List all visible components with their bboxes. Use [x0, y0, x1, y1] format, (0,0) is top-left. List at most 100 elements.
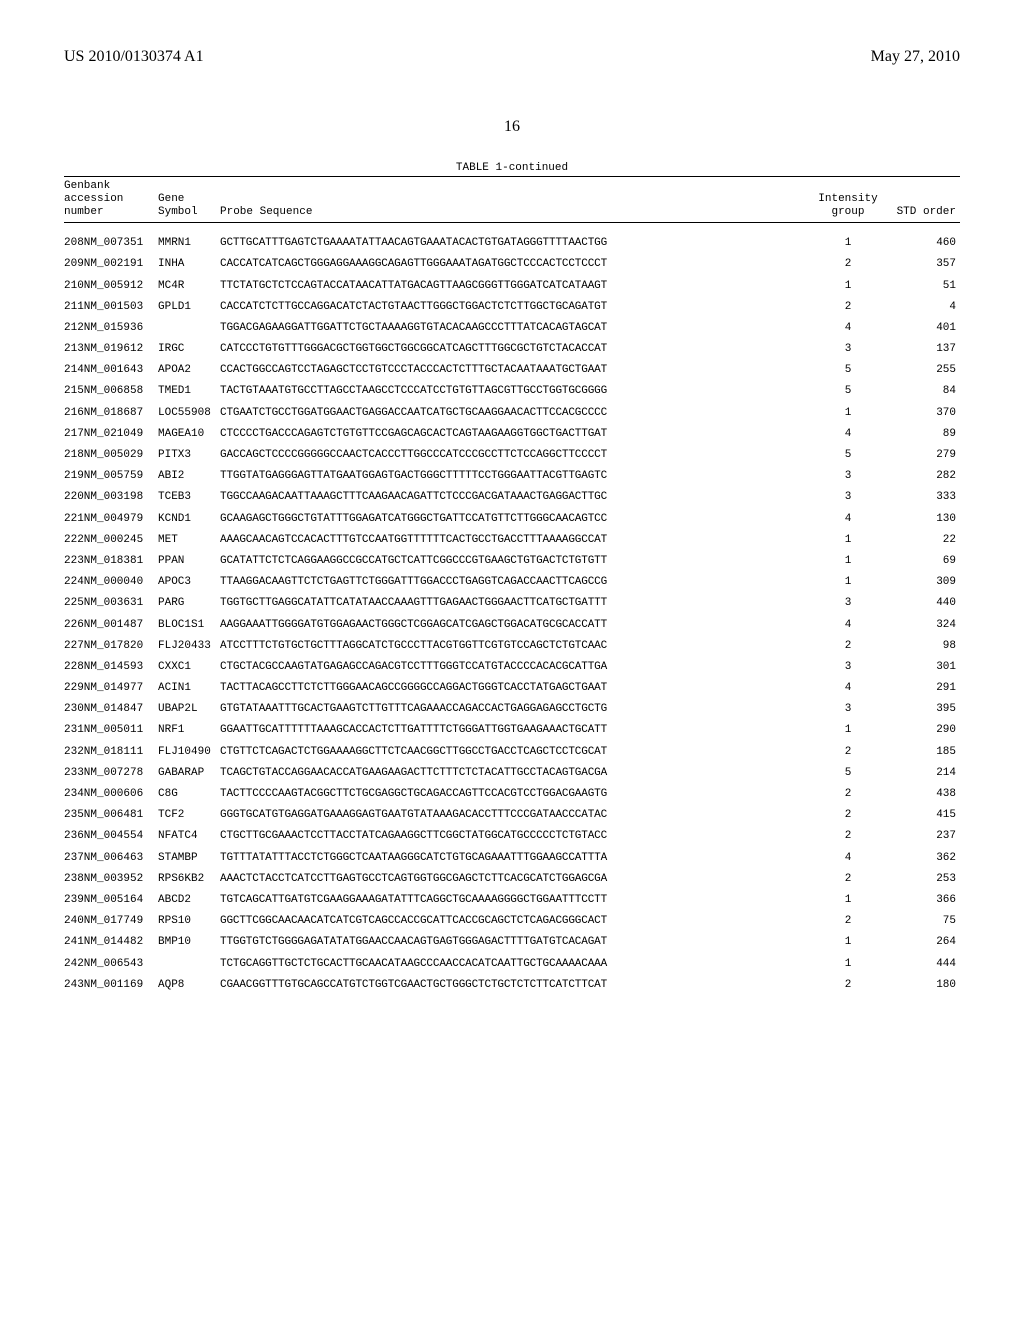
table-row: 217NM_021049MAGEA10CTCCCCTGACCCAGAGTCTGT… — [64, 423, 960, 444]
cell-std-order: 324 — [884, 619, 960, 631]
cell-accession: 221NM_004979 — [64, 513, 158, 525]
cell-gene-symbol: GPLD1 — [158, 301, 220, 313]
col-header-accession: Genbank — [64, 180, 158, 193]
cell-probe-sequence: TGGCCAAGACAATTAAAGCTTTCAAGAACAGATTCTCCCG… — [220, 491, 812, 503]
cell-gene-symbol: LOC55908 — [158, 407, 220, 419]
cell-accession: 212NM_015936 — [64, 322, 158, 334]
col-header-accession: accession — [64, 193, 158, 206]
cell-intensity-group: 1 — [812, 936, 884, 948]
cell-gene-symbol: FLJ20433 — [158, 640, 220, 652]
table-row: 226NM_001487BLOC1S1AAGGAAATTGGGGATGTGGAG… — [64, 614, 960, 635]
cell-std-order: 130 — [884, 513, 960, 525]
table-row: 208NM_007351MMRN1GCTTGCATTTGAGTCTGAAAATA… — [64, 233, 960, 254]
cell-probe-sequence: TGTTTATATTTACCTCTGGGCTCAATAAGGGCATCTGTGC… — [220, 852, 812, 864]
cell-intensity-group: 1 — [812, 576, 884, 588]
cell-probe-sequence: TACTTACAGCCTTCTCTTGGGAACAGCCGGGGCCAGGACT… — [220, 682, 812, 694]
cell-intensity-group: 2 — [812, 809, 884, 821]
col-header-intensity: Intensity — [812, 193, 884, 206]
cell-std-order: 366 — [884, 894, 960, 906]
cell-std-order: 444 — [884, 958, 960, 970]
cell-probe-sequence: TTAAGGACAAGTTCTCTGAGTTCTGGGATTTGGACCCTGA… — [220, 576, 812, 588]
cell-std-order: 137 — [884, 343, 960, 355]
cell-probe-sequence: ATCCTTTCTGTGCTGCTTTAGGCATCTGCCCTTACGTGGT… — [220, 640, 812, 652]
table-row: 239NM_005164ABCD2TGTCAGCATTGATGTCGAAGGAA… — [64, 889, 960, 910]
cell-intensity-group: 2 — [812, 258, 884, 270]
cell-gene-symbol: BMP10 — [158, 936, 220, 948]
cell-probe-sequence: CTGAATCTGCCTGGATGGAACTGAGGACCAATCATGCTGC… — [220, 407, 812, 419]
table-row: 209NM_002191INHACACCATCATCAGCTGGGAGGAAAG… — [64, 254, 960, 275]
col-header-std: STD order — [897, 206, 956, 219]
cell-probe-sequence: TTGGTGTCTGGGGAGATATATGGAACCAACAGTGAGTGGG… — [220, 936, 812, 948]
cell-probe-sequence: TTGGTATGAGGGAGTTATGAATGGAGTGACTGGGCTTTTT… — [220, 470, 812, 482]
cell-std-order: 290 — [884, 724, 960, 736]
table-row: 212NM_015936TGGACGAGAAGGATTGGATTCTGCTAAA… — [64, 317, 960, 338]
col-header-accession: number — [64, 206, 158, 219]
table-row: 237NM_006463STAMBPTGTTTATATTTACCTCTGGGCT… — [64, 847, 960, 868]
cell-std-order: 185 — [884, 746, 960, 758]
cell-probe-sequence: CTGCTTGCGAAACTCCTTACCTATCAGAAGGCTTCGGCTA… — [220, 830, 812, 842]
cell-std-order: 51 — [884, 280, 960, 292]
cell-intensity-group: 5 — [812, 385, 884, 397]
cell-std-order: 75 — [884, 915, 960, 927]
cell-intensity-group: 2 — [812, 830, 884, 842]
cell-std-order: 291 — [884, 682, 960, 694]
cell-accession: 226NM_001487 — [64, 619, 158, 631]
cell-accession: 219NM_005759 — [64, 470, 158, 482]
cell-probe-sequence: GGCTTCGGCAACAACATCATCGTCAGCCACCGCATTCACC… — [220, 915, 812, 927]
cell-accession: 213NM_019612 — [64, 343, 158, 355]
cell-probe-sequence: CTGTTCTCAGACTCTGGAAAAGGCTTCTCAACGGCTTGGC… — [220, 746, 812, 758]
cell-std-order: 333 — [884, 491, 960, 503]
cell-gene-symbol: MMRN1 — [158, 237, 220, 249]
cell-gene-symbol: ACIN1 — [158, 682, 220, 694]
cell-probe-sequence: CGAACGGTTTGTGCAGCCATGTCTGGTCGAACTGCTGGGC… — [220, 979, 812, 991]
cell-probe-sequence: GACCAGCTCCCCGGGGGCCAACTCACCCTTGGCCCATCCC… — [220, 449, 812, 461]
cell-accession: 209NM_002191 — [64, 258, 158, 270]
cell-intensity-group: 2 — [812, 915, 884, 927]
table-caption: TABLE 1-continued — [64, 162, 960, 174]
cell-std-order: 440 — [884, 597, 960, 609]
cell-accession: 227NM_017820 — [64, 640, 158, 652]
cell-intensity-group: 2 — [812, 640, 884, 652]
table-row: 211NM_001503GPLD1CACCATCTCTTGCCAGGACATCT… — [64, 296, 960, 317]
cell-gene-symbol: STAMBP — [158, 852, 220, 864]
table-row: 224NM_000040APOC3TTAAGGACAAGTTCTCTGAGTTC… — [64, 572, 960, 593]
cell-std-order: 69 — [884, 555, 960, 567]
table-row: 238NM_003952RPS6KB2AAACTCTACCTCATCCTTGAG… — [64, 868, 960, 889]
cell-accession: 235NM_006481 — [64, 809, 158, 821]
cell-gene-symbol: MC4R — [158, 280, 220, 292]
cell-probe-sequence: GGGTGCATGTGAGGATGAAAGGAGTGAATGTATAAAGACA… — [220, 809, 812, 821]
cell-gene-symbol: APOA2 — [158, 364, 220, 376]
cell-intensity-group: 4 — [812, 428, 884, 440]
cell-intensity-group: 1 — [812, 534, 884, 546]
cell-accession: 242NM_006543 — [64, 958, 158, 970]
cell-intensity-group: 4 — [812, 619, 884, 631]
cell-intensity-group: 4 — [812, 682, 884, 694]
cell-intensity-group: 3 — [812, 343, 884, 355]
cell-accession: 225NM_003631 — [64, 597, 158, 609]
page-number: 16 — [0, 118, 1024, 136]
table-row: 240NM_017749RPS10GGCTTCGGCAACAACATCATCGT… — [64, 911, 960, 932]
cell-probe-sequence: CTCCCCTGACCCAGAGTCTGTGTTCCGAGCAGCACTCAGT… — [220, 428, 812, 440]
cell-gene-symbol: MET — [158, 534, 220, 546]
cell-gene-symbol: UBAP2L — [158, 703, 220, 715]
cell-std-order: 237 — [884, 830, 960, 842]
cell-gene-symbol: PARG — [158, 597, 220, 609]
cell-gene-symbol: RPS6KB2 — [158, 873, 220, 885]
cell-intensity-group: 1 — [812, 894, 884, 906]
cell-intensity-group: 1 — [812, 407, 884, 419]
cell-probe-sequence: CTGCTACGCCAAGTATGAGAGCCAGACGTCCTTTGGGTCC… — [220, 661, 812, 673]
table-row: 213NM_019612IRGCCATCCCTGTGTTTGGGACGCTGGT… — [64, 339, 960, 360]
table-row: 222NM_000245METAAAGCAACAGTCCACACTTTGTCCA… — [64, 529, 960, 550]
cell-accession: 240NM_017749 — [64, 915, 158, 927]
cell-accession: 222NM_000245 — [64, 534, 158, 546]
table-row: 218NM_005029PITX3GACCAGCTCCCCGGGGGCCAACT… — [64, 444, 960, 465]
table-row: 229NM_014977ACIN1TACTTACAGCCTTCTCTTGGGAA… — [64, 678, 960, 699]
cell-probe-sequence: AAAGCAACAGTCCACACTTTGTCCAATGGTTTTTTCACTG… — [220, 534, 812, 546]
cell-accession: 243NM_001169 — [64, 979, 158, 991]
cell-intensity-group: 4 — [812, 852, 884, 864]
cell-probe-sequence: GTGTATAAATTTGCACTGAAGTCTTGTTTCAGAAACCAGA… — [220, 703, 812, 715]
cell-probe-sequence: GCAAGAGCTGGGCTGTATTTGGAGATCATGGGCTGATTCC… — [220, 513, 812, 525]
table-body: 208NM_007351MMRN1GCTTGCATTTGAGTCTGAAAATA… — [64, 233, 960, 996]
cell-accession: 214NM_001643 — [64, 364, 158, 376]
cell-gene-symbol: TMED1 — [158, 385, 220, 397]
